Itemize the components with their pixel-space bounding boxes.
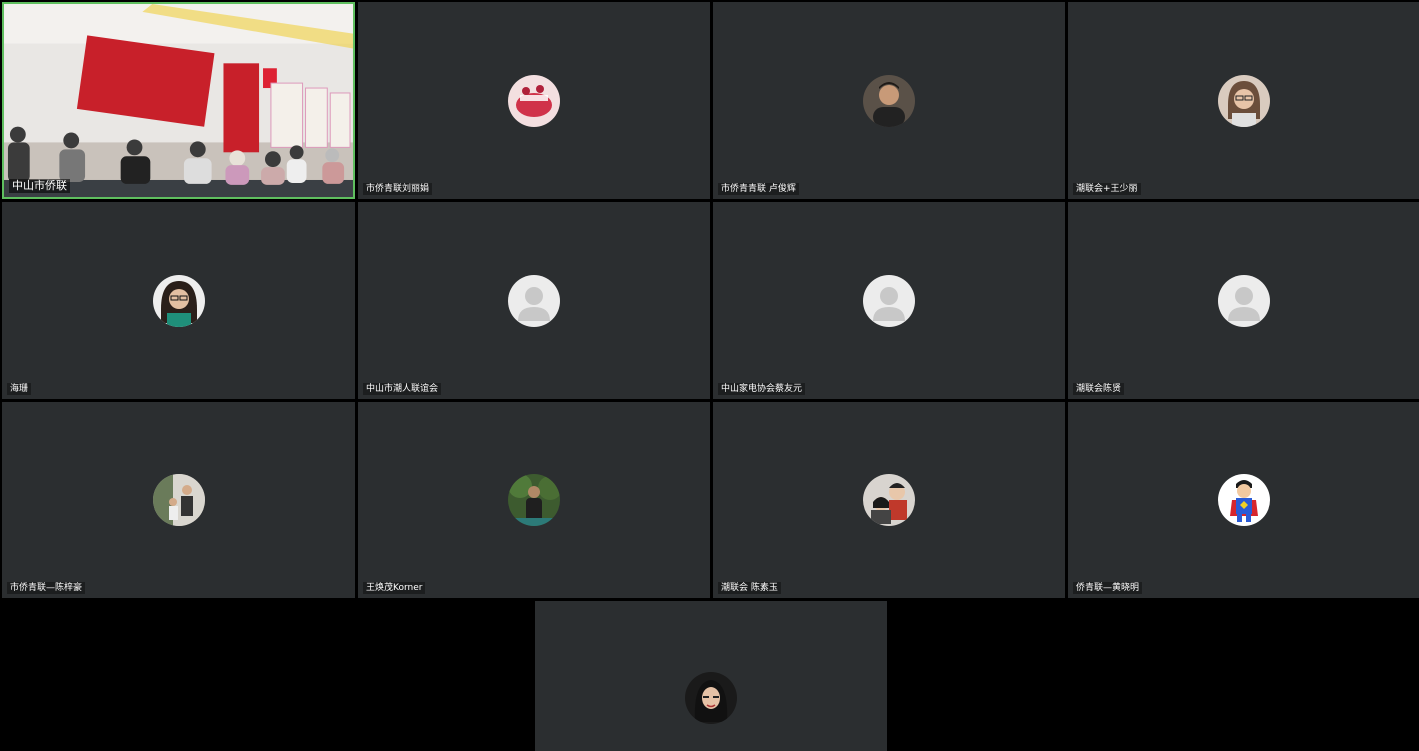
- participant-name: 市侨青联—陈梓豪: [7, 582, 86, 594]
- participant-tile[interactable]: 海珊: [2, 202, 355, 399]
- default-user-avatar: [863, 274, 915, 327]
- participant-tile[interactable]: 潮联会+王少丽: [1068, 2, 1419, 199]
- participant-name: 市侨青青联 卢俊辉: [718, 183, 799, 195]
- participant-name: 市侨青联刘丽娟: [363, 183, 433, 195]
- participant-tile[interactable]: 潮联会陈贤: [1068, 202, 1419, 399]
- participant-name: 中山市侨联: [9, 179, 70, 193]
- participant-tile-active-speaker[interactable]: 中山市侨联: [2, 2, 355, 199]
- participant-name: 潮联会 陈素玉: [718, 582, 781, 594]
- superman-cartoon-avatar: [1217, 474, 1270, 526]
- woman-photo-avatar: [685, 672, 737, 724]
- participant-tile[interactable]: 侨青联—黄晓明: [1068, 402, 1419, 598]
- woman-glasses-photo-avatar: [152, 274, 205, 327]
- participant-tile[interactable]: 中山家电协会蔡友元: [713, 202, 1065, 399]
- family-photo-avatar: [863, 474, 915, 526]
- participant-tile[interactable]: 市侨青联—陈梓豪: [2, 402, 355, 598]
- participant-tile[interactable]: 中山市潮人联谊会: [358, 202, 710, 399]
- participant-name: 中山市潮人联谊会: [363, 383, 442, 395]
- video-conference-grid: 中山市侨联 市侨青联刘丽娟 市侨青青联 卢俊辉 潮联会+王少丽 海珊 中山市潮人…: [0, 0, 1419, 751]
- cake-photo-avatar: [508, 74, 560, 127]
- participant-name: 侨青联—黄晓明: [1073, 582, 1143, 594]
- participant-tile[interactable]: 市侨青青联 卢俊辉: [713, 2, 1065, 199]
- participant-name: 王焕茂Korner: [363, 582, 426, 594]
- participant-video-feed: [4, 4, 353, 197]
- participant-tile[interactable]: 潮联会 陈素玉: [713, 402, 1065, 598]
- participant-tile[interactable]: 王焕茂Korner: [358, 402, 710, 598]
- participant-tile[interactable]: [535, 601, 887, 751]
- default-user-avatar: [508, 274, 560, 327]
- participant-tile[interactable]: 市侨青联刘丽娟: [358, 2, 710, 199]
- man-photo-avatar: [863, 74, 915, 127]
- participant-name: 潮联会+王少丽: [1073, 183, 1141, 195]
- default-user-avatar: [1217, 274, 1270, 327]
- woman-glasses-photo-avatar: [1217, 74, 1270, 127]
- participant-name: 中山家电协会蔡友元: [718, 383, 806, 395]
- participant-name: 潮联会陈贤: [1073, 383, 1125, 395]
- participant-name: 海珊: [7, 383, 32, 395]
- man-outdoor-photo-avatar: [508, 474, 560, 526]
- outdoor-photo-avatar: [152, 474, 205, 526]
